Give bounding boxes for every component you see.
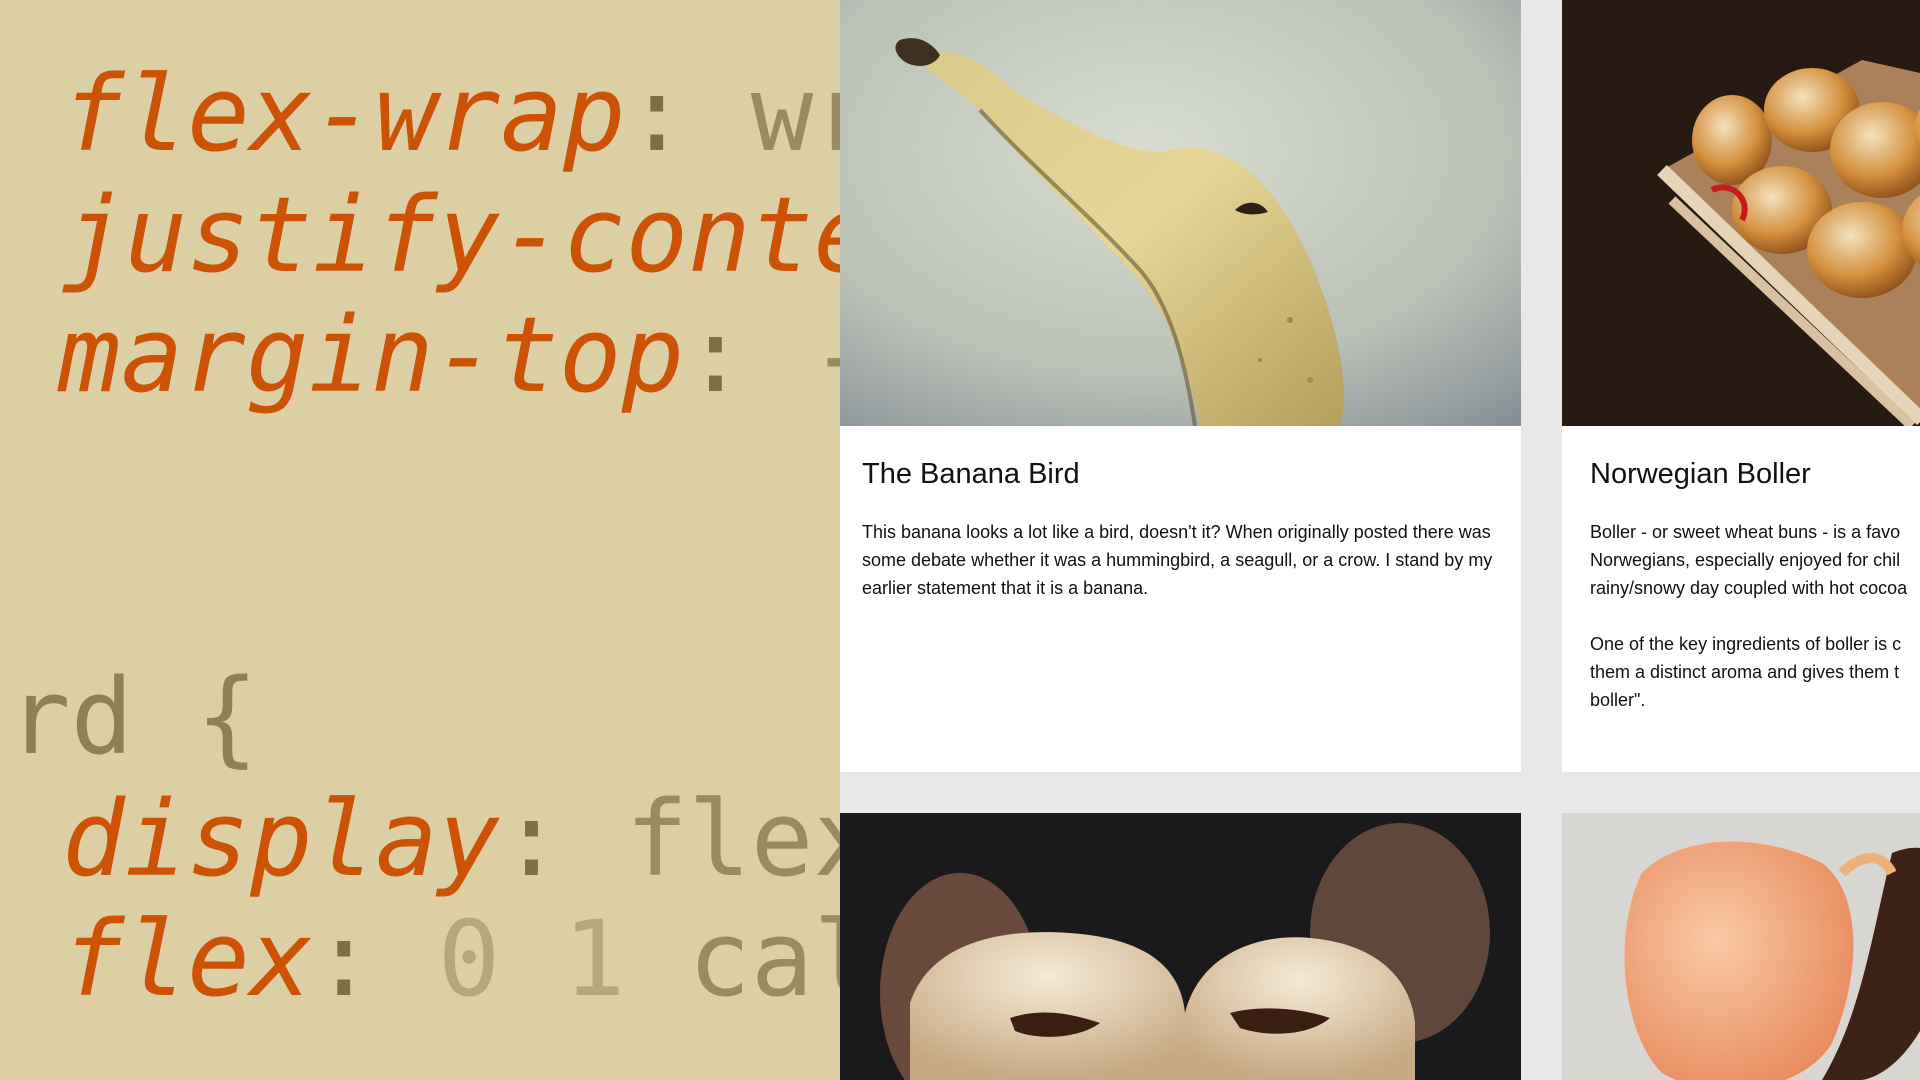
- orange-photo: [1562, 813, 1920, 1080]
- card-norwegian-boller[interactable]: Norwegian Boller Boller - or sweet wheat…: [1562, 0, 1920, 772]
- card-image-boller: [1562, 0, 1920, 426]
- code-value: wr: [750, 53, 840, 175]
- chocolate-bun-photo: [840, 813, 1521, 1080]
- card-paragraph: One of the key ingredients of boller is …: [1590, 634, 1902, 710]
- code-value: -: [747, 294, 840, 416]
- code-value: cal: [688, 898, 840, 1020]
- code-colon: :: [684, 294, 747, 416]
- card-paragraph: This banana looks a lot like a bird, doe…: [862, 522, 1493, 598]
- card-image-orange: [1562, 813, 1920, 1080]
- code-line-flex: flex: 0 1 cal: [62, 907, 840, 1011]
- card-description: This banana looks a lot like a bird, doe…: [862, 518, 1502, 630]
- code-property: display: [62, 778, 501, 900]
- card-orange[interactable]: [1562, 813, 1920, 1080]
- code-colon: :: [312, 898, 376, 1020]
- card-banana-bird[interactable]: The Banana Bird This banana looks a lot …: [840, 0, 1521, 772]
- code-colon: :: [625, 53, 689, 175]
- code-property: justify-conte: [62, 174, 840, 296]
- card-paragraph: Boller - or sweet wheat buns - is a favo…: [1590, 522, 1908, 598]
- boller-photo: [1562, 0, 1920, 426]
- card-chocolate-bun[interactable]: [840, 813, 1521, 1080]
- card-grid: The Banana Bird This banana looks a lot …: [840, 0, 1920, 1080]
- code-line-flex-wrap: flex-wrap: wr: [62, 62, 840, 166]
- code-property: flex: [62, 898, 313, 1020]
- code-line-justify-content: justify-conte: [62, 183, 840, 287]
- code-panel: flex-wrap: wr justify-conte margin-top: …: [0, 0, 840, 1080]
- code-colon: :: [500, 778, 563, 900]
- card-image-chocolate-bun: [840, 813, 1521, 1080]
- code-value: flex: [625, 778, 840, 900]
- banana-photo: [840, 0, 1521, 426]
- code-property: flex-wrap: [62, 53, 626, 175]
- card-image-banana: [840, 0, 1521, 426]
- code-property: margin-top: [58, 294, 685, 416]
- card-description: Boller - or sweet wheat buns - is a favo…: [1590, 518, 1920, 742]
- code-line-margin-top: margin-top: -: [58, 303, 840, 407]
- code-line-display: display: flex: [62, 787, 840, 891]
- card-title[interactable]: The Banana Bird: [862, 458, 1080, 491]
- code-selector: rd {: [8, 656, 259, 778]
- code-value-numbers: 0 1: [375, 898, 626, 1020]
- card-title[interactable]: Norwegian Boller: [1590, 458, 1811, 491]
